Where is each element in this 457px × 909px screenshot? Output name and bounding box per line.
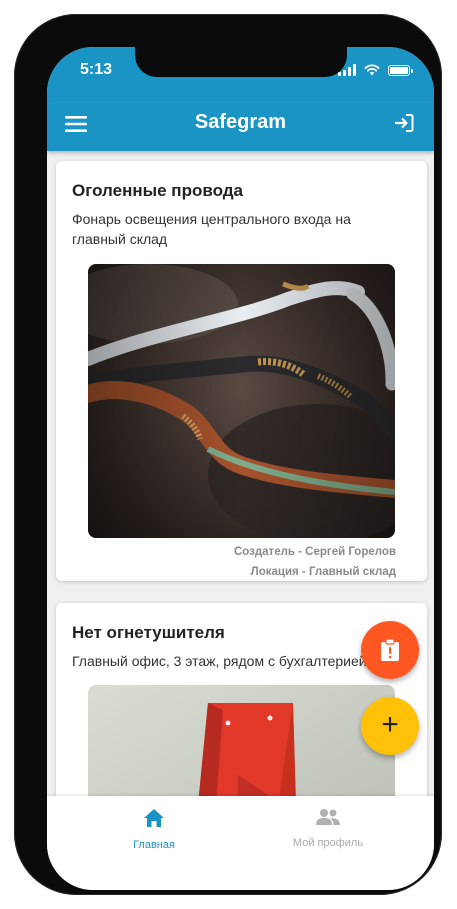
app-title: Safegram: [194, 111, 287, 133]
post-card[interactable]: Оголенные провода Фонарь освещения центр…: [56, 161, 427, 581]
wires-photo: [88, 264, 395, 538]
post-creator: Создатель - Сергей Горелов: [233, 546, 396, 558]
wifi-icon: [364, 64, 380, 76]
nav-profile[interactable]: Мой профиль: [268, 808, 388, 849]
notch: [135, 47, 347, 77]
home-icon: [144, 809, 164, 827]
extinguisher-mount-photo: [88, 685, 395, 796]
status-icons: [338, 64, 413, 76]
bottom-navigation: Главная Мой профиль: [47, 796, 434, 890]
plus-icon: +: [381, 707, 399, 741]
nav-profile-label: Мой профиль: [292, 837, 364, 849]
post-description: Фонарь освещения центрального входа на г…: [72, 211, 351, 247]
phone-frame: 5:13 Safegram Оголенные провода Фонарь о…: [14, 14, 442, 895]
status-bar: 5:13: [47, 47, 434, 97]
add-post-button[interactable]: +: [361, 697, 419, 755]
clipboard-alert-icon: [381, 638, 399, 661]
battery-icon: [388, 65, 413, 76]
post-photo-extinguisher-mount[interactable]: [88, 685, 395, 796]
nav-home[interactable]: Главная: [94, 808, 214, 851]
nav-home-label: Главная: [133, 839, 175, 851]
logout-icon[interactable]: [392, 111, 416, 135]
post-title: Нет огнетушителя: [72, 623, 225, 642]
post-description: Главный офис, 3 этаж, рядом с бухгалтери…: [72, 653, 367, 669]
post-photo-exposed-wires[interactable]: [88, 264, 395, 538]
app-screen: 5:13 Safegram Оголенные провода Фонарь о…: [47, 47, 434, 890]
post-title: Оголенные провода: [72, 181, 243, 200]
report-hazard-button[interactable]: [361, 621, 419, 679]
post-location: Локация - Главный склад: [250, 566, 396, 578]
status-time: 5:13: [80, 61, 113, 78]
people-icon: [316, 809, 340, 825]
signal-icon: [338, 64, 356, 76]
app-bar: Safegram: [47, 97, 434, 151]
